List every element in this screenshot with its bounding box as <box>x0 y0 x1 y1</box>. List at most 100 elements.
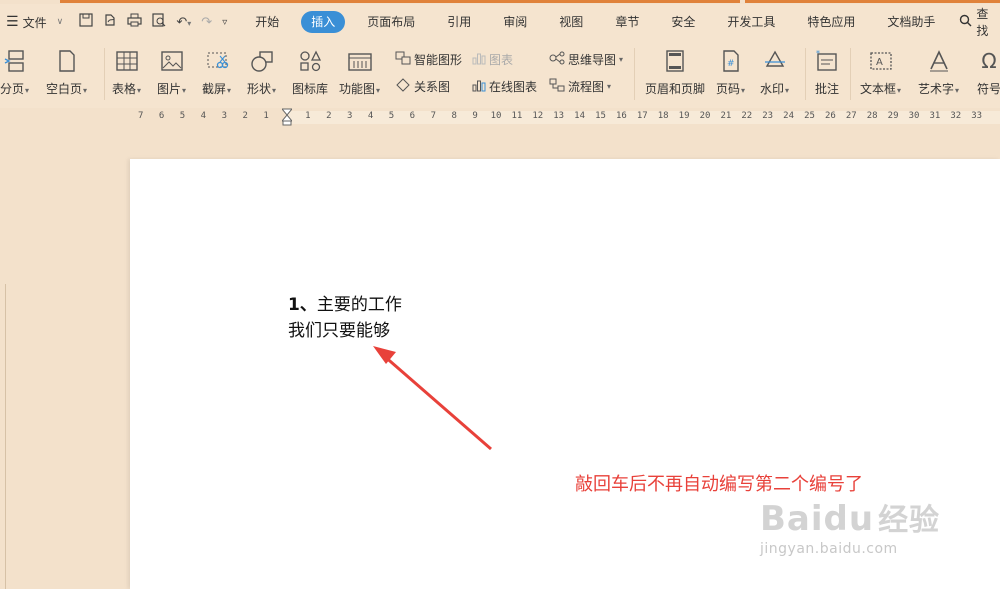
shapes-icon <box>249 48 275 74</box>
chart-button[interactable]: 图表 <box>472 51 513 68</box>
ruler-tick: 31 <box>929 111 941 121</box>
tab-view[interactable]: 视图 <box>549 11 593 33</box>
page-number-label: 页码 <box>716 82 741 96</box>
tab-developer[interactable]: 开发工具 <box>717 11 785 33</box>
line-1-text: 主要的工作 <box>316 295 402 315</box>
ribbon-separator <box>104 48 105 100</box>
customize-toolbar-icon[interactable]: ▿ <box>222 17 227 28</box>
table-button[interactable]: 表格▾ <box>112 48 141 97</box>
relation-chart-button[interactable]: 关系图 <box>395 78 450 95</box>
tab-review[interactable]: 审阅 <box>493 11 537 33</box>
ruler-tick: 14 <box>574 111 586 121</box>
indent-marker[interactable] <box>280 108 294 126</box>
header-footer-button[interactable]: 页眉和页脚 <box>645 48 705 97</box>
print-preview-icon[interactable] <box>152 13 166 31</box>
blank-page-button[interactable]: 空白页▾ <box>46 48 87 97</box>
ruler-tick: 8 <box>451 111 457 121</box>
ruler-tick: 21 <box>720 111 732 121</box>
screenshot-label: 截屏 <box>202 82 227 96</box>
export-pdf-icon[interactable] <box>103 13 117 31</box>
page-number-button[interactable]: # 页码▾ <box>716 48 745 97</box>
icon-library-button[interactable]: 图标库 <box>292 48 328 97</box>
smart-art-icon <box>395 51 411 68</box>
symbol-label: 符号 <box>976 82 1000 96</box>
ribbon-separator <box>634 48 635 100</box>
tab-doc-assistant[interactable]: 文档助手 <box>877 11 945 33</box>
watermark-button[interactable]: 水印▾ <box>760 48 789 97</box>
comment-label: 批注 <box>814 82 839 96</box>
screenshot-button[interactable]: 截屏▾ <box>202 48 231 97</box>
undo-icon[interactable]: ↶▾ <box>176 15 191 30</box>
svg-text:#: # <box>727 59 735 69</box>
left-panel-edge <box>0 284 6 589</box>
ruler-tick: 2 <box>242 111 248 121</box>
tab-security[interactable]: 安全 <box>661 11 705 33</box>
omega-icon: Ω <box>981 49 997 73</box>
icon-library-icon <box>297 48 323 74</box>
watermark-brand-cn: 经验 <box>878 503 941 538</box>
text-box-button[interactable]: A 文本框▾ <box>860 48 901 97</box>
svg-text:*: * <box>816 49 820 58</box>
ruler-tick: 16 <box>615 111 627 121</box>
ruler-tick: 1 <box>263 111 269 121</box>
text-box-label: 文本框 <box>860 82 897 96</box>
ruler-tick: 1 <box>305 111 311 121</box>
picture-icon <box>159 48 185 74</box>
page-break-button[interactable]: 分页▾ <box>0 48 29 97</box>
ruler-tick: 24 <box>783 111 795 121</box>
smart-art-label: 智能图形 <box>414 53 463 67</box>
picture-label: 图片 <box>157 82 182 96</box>
tab-insert[interactable]: 插入 <box>301 11 346 33</box>
tab-features[interactable]: 特色应用 <box>797 11 865 33</box>
page-break-label: 分页 <box>0 82 25 96</box>
function-chart-button[interactable]: 功能图▾ <box>339 48 380 97</box>
mind-map-label: 思维导图 <box>568 53 617 67</box>
ruler-tick: 6 <box>409 111 416 121</box>
flowchart-button[interactable]: 流程图 ▾ <box>549 78 611 95</box>
print-icon[interactable] <box>127 13 142 31</box>
file-menu[interactable]: ☰ 文件 ∨ <box>0 14 71 31</box>
ruler-tick: 28 <box>866 111 878 121</box>
tab-page-layout[interactable]: 页面布局 <box>357 11 425 33</box>
tab-sections[interactable]: 章节 <box>605 11 649 33</box>
file-menu-label: 文件 <box>22 15 47 30</box>
svg-text:A: A <box>876 57 883 68</box>
ruler-tick: 11 <box>511 111 523 121</box>
blank-page-icon <box>54 48 80 74</box>
document-line-1[interactable]: 1、主要的工作 <box>288 290 402 315</box>
flowchart-icon <box>549 78 565 95</box>
bar-chart-icon <box>472 51 486 68</box>
ruler-tick: 15 <box>595 111 606 121</box>
online-chart-icon <box>472 78 486 95</box>
document-line-2[interactable]: 我们只要能够 <box>288 316 390 341</box>
ruler-tick: 3 <box>346 111 353 121</box>
hamburger-icon: ☰ <box>6 14 19 30</box>
picture-button[interactable]: 图片▾ <box>157 48 186 97</box>
ruler-tick: 17 <box>636 111 648 121</box>
redo-icon[interactable]: ↷ <box>201 15 212 30</box>
save-icon[interactable] <box>79 13 93 31</box>
shape-button[interactable]: 形状▾ <box>247 48 276 97</box>
ribbon-tabs: 开始 插入 页面布局 引用 审阅 视图 章节 安全 开发工具 特色应用 文档助手 <box>245 11 957 33</box>
ruler-tick: 33 <box>971 111 983 121</box>
smart-art-button[interactable]: 智能图形 <box>395 51 462 68</box>
mind-map-button[interactable]: 思维导图 ▾ <box>549 51 623 68</box>
tab-references[interactable]: 引用 <box>437 11 481 33</box>
horizontal-ruler[interactable]: 7 6 5 4 3 2 1 1 2 3 4 5 6 7 8 9 10 11 12 13 14 15 16 17 18 19 20 21… <box>0 108 1000 126</box>
mind-map-icon <box>549 51 565 68</box>
comment-button[interactable]: * 批注 <box>814 48 840 97</box>
relation-label: 关系图 <box>414 80 451 94</box>
ruler-tick: 9 <box>472 111 478 121</box>
symbol-button[interactable]: Ω 符号 <box>976 48 1000 97</box>
watermark-label: 水印 <box>760 82 785 96</box>
tab-home[interactable]: 开始 <box>245 11 289 33</box>
online-chart-button[interactable]: 在线图表 <box>472 78 537 95</box>
list-number: 1、 <box>288 295 317 315</box>
watermark-url: jingyan.baidu.com <box>760 541 898 557</box>
word-art-icon <box>926 48 952 74</box>
word-art-button[interactable]: 艺术字▾ <box>918 48 959 97</box>
ruler-tick: 25 <box>804 111 815 121</box>
table-label: 表格 <box>112 82 137 96</box>
search-button[interactable]: 查找 <box>959 5 1000 39</box>
comment-icon: * <box>814 48 840 74</box>
